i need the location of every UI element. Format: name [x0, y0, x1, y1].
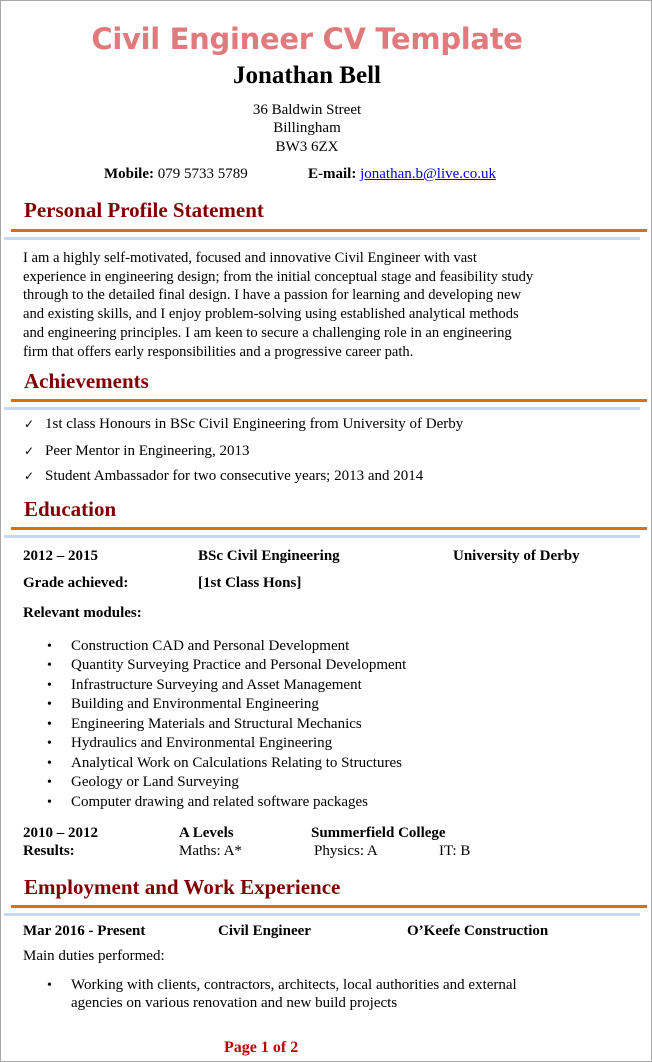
- duty-text-line: agencies on various renovation and new b…: [71, 995, 398, 1011]
- job-title: Civil Engineer: [218, 923, 311, 939]
- achievement-item: ✓ Student Ambassador for two consecutive …: [24, 468, 423, 485]
- profile-line: I am a highly self-motivated, focused an…: [23, 250, 477, 266]
- section-rule-orange: [11, 399, 647, 402]
- degree-qualification: BSc Civil Engineering: [198, 548, 340, 564]
- achievement-text: Student Ambassador for two consecutive y…: [45, 468, 424, 484]
- grade-value: [1st Class Hons]: [198, 575, 302, 591]
- email-contact: E-mail: jonathan.b@live.co.uk: [308, 166, 496, 183]
- page-number: Page 1 of 2: [224, 1039, 299, 1056]
- alevels-qualification: A Levels: [179, 825, 234, 841]
- duties-label: Main duties performed:: [23, 948, 165, 964]
- duty-item: • Working with clients, contractors, arch…: [47, 977, 517, 994]
- achievement-text: 1st class Honours in BSc Civil Engineeri…: [45, 416, 464, 432]
- section-rule-blue: [4, 535, 640, 538]
- module-text: Construction CAD and Personal Developmen…: [71, 638, 350, 654]
- achievement-item: ✓ Peer Mentor in Engineering, 2013: [24, 443, 250, 460]
- module-item: • Quantity Surveying Practice and Persona…: [47, 657, 406, 674]
- mobile-contact: Mobile: 079 5733 5789: [104, 166, 248, 183]
- document-title: Civil Engineer CV Template: [91, 22, 523, 56]
- section-rule-blue: [4, 407, 640, 410]
- profile-statement: I am a highly self-motivated, focused an…: [23, 249, 603, 361]
- profile-line: experience in engineering design; from t…: [23, 268, 534, 285]
- module-item: • Engineering Materials and Structural Me…: [47, 716, 362, 733]
- bullet-icon: •: [47, 795, 52, 810]
- modules-label: Relevant modules:: [23, 605, 142, 621]
- module-text: Geology or Land Surveying: [71, 774, 239, 790]
- section-heading-achievements: Achievements: [24, 369, 149, 393]
- section-heading-education: Education: [24, 497, 117, 521]
- module-item: • Building and Environmental Engineering: [47, 696, 319, 713]
- bullet-icon: •: [47, 978, 52, 993]
- module-item: • Geology or Land Surveying: [47, 774, 239, 791]
- bullet-icon: •: [47, 678, 52, 693]
- grade-label: Grade achieved:: [23, 575, 129, 591]
- module-item: • Construction CAD and Personal Developme…: [47, 638, 349, 655]
- bullet-icon: •: [47, 658, 52, 673]
- section-heading-profile: Personal Profile Statement: [24, 198, 264, 222]
- profile-line: firm that offers early responsibilities …: [23, 343, 414, 360]
- cv-page: [0, 0, 652, 1062]
- bullet-icon: •: [47, 717, 52, 732]
- module-text: Analytical Work on Calculations Relating…: [71, 755, 402, 771]
- address-line-postcode: BW3 6ZX: [275, 139, 339, 155]
- section-rule-blue: [4, 237, 640, 240]
- mobile-value: 079 5733 5789: [157, 166, 248, 182]
- duty-text-line: Working with clients, contractors, archi…: [71, 977, 517, 993]
- bullet-icon: •: [47, 736, 52, 751]
- bullet-icon: •: [47, 697, 52, 712]
- bullet-icon: •: [47, 756, 52, 771]
- results-label: Results:: [23, 843, 75, 859]
- section-rule-orange: [11, 527, 647, 530]
- section-rule-orange: [11, 905, 647, 908]
- duty-item-continuation: agencies on various renovation and new b…: [47, 995, 397, 1012]
- bullet-icon: •: [47, 775, 52, 790]
- checkmark-icon: ✓: [24, 417, 35, 431]
- degree-institution: University of Derby: [453, 548, 580, 564]
- job-company: O’Keefe Construction: [407, 923, 549, 939]
- achievement-text: Peer Mentor in Engineering, 2013: [45, 443, 250, 459]
- profile-line: and existing skills, and I enjoy problem…: [23, 306, 519, 323]
- address-line-street: 36 Baldwin Street: [252, 102, 362, 118]
- module-text: Quantity Surveying Practice and Personal…: [71, 657, 407, 673]
- email-label: E-mail:: [308, 166, 357, 182]
- module-text: Engineering Materials and Structural Mec…: [71, 716, 362, 732]
- mobile-label: Mobile:: [104, 166, 154, 182]
- section-heading-employment: Employment and Work Experience: [24, 875, 341, 899]
- checkmark-icon: ✓: [24, 469, 35, 483]
- section-rule-blue: [4, 913, 640, 916]
- module-text: Building and Environmental Engineering: [71, 696, 319, 712]
- alevels-institution: Summerfield College: [311, 825, 446, 841]
- address-line-town: Billingham: [273, 120, 341, 136]
- section-rule-orange: [11, 229, 647, 232]
- result-it: IT: B: [439, 843, 471, 859]
- module-item: • Hydraulics and Environmental Engineerin…: [47, 735, 332, 752]
- module-item: • Analytical Work on Calculations Relatin…: [47, 755, 402, 772]
- profile-line: through to the detailed final design. I …: [23, 287, 522, 304]
- module-text: Hydraulics and Environmental Engineering: [71, 735, 333, 751]
- bullet-icon: •: [47, 639, 52, 654]
- achievement-item: ✓ 1st class Honours in BSc Civil Engineer…: [24, 416, 463, 433]
- result-physics: Physics: A: [314, 843, 378, 859]
- result-maths: Maths: A*: [179, 843, 242, 859]
- degree-dates: 2012 – 2015: [23, 548, 98, 564]
- candidate-name: Jonathan Bell: [233, 62, 381, 89]
- module-item: • Infrastructure Surveying and Asset Mana…: [47, 677, 362, 694]
- email-link[interactable]: jonathan.b@live.co.uk: [360, 166, 496, 182]
- profile-line: and engineering principles. I am keen to…: [23, 324, 512, 341]
- checkmark-icon: ✓: [24, 444, 35, 458]
- job-dates: Mar 2016 - Present: [23, 923, 146, 939]
- module-text: Computer drawing and related software pa…: [71, 794, 368, 810]
- module-item: • Computer drawing and related software p…: [47, 794, 368, 811]
- alevels-dates: 2010 – 2012: [23, 825, 98, 841]
- module-text: Infrastructure Surveying and Asset Manag…: [71, 677, 362, 693]
